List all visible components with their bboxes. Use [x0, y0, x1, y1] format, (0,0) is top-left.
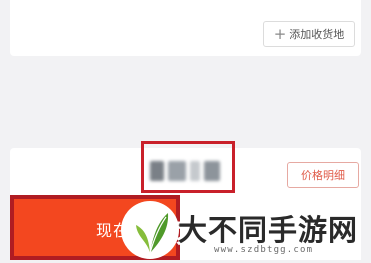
price-detail-label: 价格明细 — [301, 169, 345, 182]
watermark-title: 大不同手游网 — [178, 213, 359, 247]
watermark-url: www.szdbtgg.com — [214, 245, 314, 255]
price-highlight-box — [141, 141, 235, 193]
add-address-label: 添加收货地 — [289, 28, 345, 41]
leaf-logo-icon — [136, 213, 169, 254]
address-card: + 添加收货地 — [10, 0, 361, 56]
plus-icon: + — [273, 24, 287, 43]
price-detail-button[interactable]: 价格明细 — [287, 162, 359, 188]
watermark-logo — [121, 201, 179, 259]
add-address-button[interactable]: + 添加收货地 — [263, 21, 355, 47]
